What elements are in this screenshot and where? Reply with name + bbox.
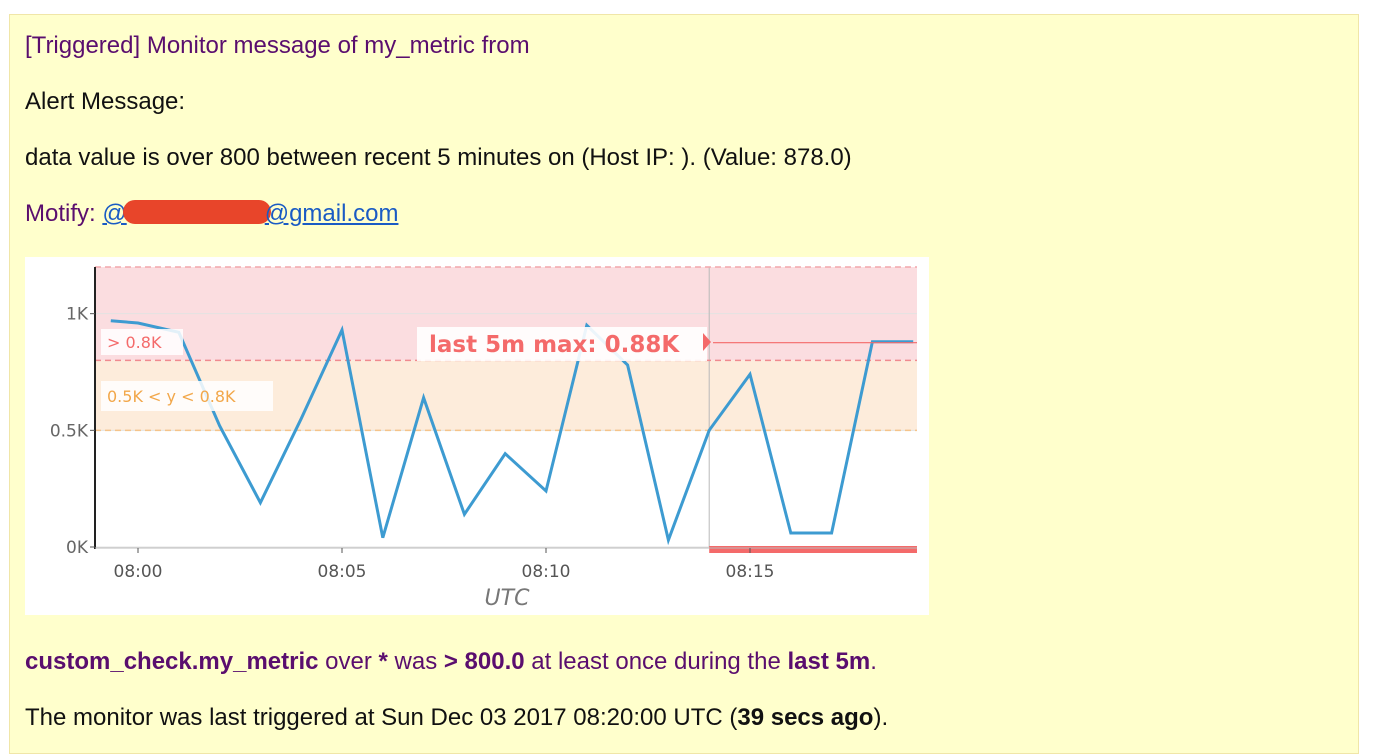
summary-window: last 5m [787, 648, 871, 675]
notify-label: Motify: [25, 200, 103, 227]
redaction-mark [122, 200, 271, 224]
alert-message: data value is over 800 between recent 5 … [25, 144, 852, 171]
notify-email-link[interactable]: @ @gmail.com [102, 200, 398, 227]
x-tick-label: 08:05 [318, 562, 367, 582]
notify-suffix: @gmail.com [264, 200, 399, 227]
alert-threshold-label: > 0.8K [107, 333, 162, 352]
x-axis-label: UTC [485, 586, 531, 611]
alert-heading: Alert Message: [25, 88, 186, 115]
summary-during: at least once during the [524, 648, 788, 675]
email-body: [Triggered] Monitor message of my_metric… [9, 14, 1359, 754]
summary-was: was [387, 648, 444, 675]
summary-over: over [318, 648, 379, 675]
notify-line: Motify: @ @gmail.com [25, 199, 398, 229]
y-tick-label: 1K [66, 305, 89, 325]
triggered-ago: 39 secs ago [737, 704, 874, 731]
triggered-prefix: The monitor was last triggered at Sun De… [25, 704, 738, 731]
summary-end: . [870, 648, 877, 675]
max-annotation: last 5m max: 0.88K [429, 332, 680, 358]
triggered-suffix: ). [873, 704, 889, 731]
x-tick-label: 08:15 [726, 562, 775, 582]
y-tick-label: 0.5K [50, 421, 89, 441]
warn-threshold-label: 0.5K < y < 0.8K [107, 387, 236, 406]
email-subject: [Triggered] Monitor message of my_metric… [25, 32, 530, 59]
triggered-line: The monitor was last triggered at Sun De… [25, 703, 888, 733]
metric-chart: 0K 0.5K 1K 08:00 08:05 08:10 08:15 UTC > 0.8K 0.5… [25, 257, 929, 615]
x-tick-label: 08:10 [522, 562, 571, 582]
summary-scope: * [378, 648, 388, 675]
summary-metric: custom_check.my_metric [25, 648, 319, 675]
alert-window-bar [709, 546, 917, 553]
summary-condition: > 800.0 [443, 648, 525, 675]
metric-chart-svg: 0K 0.5K 1K 08:00 08:05 08:10 08:15 UTC > 0.8K 0.5… [50, 266, 917, 611]
x-tick-label: 08:00 [114, 562, 163, 582]
summary-line: custom_check.my_metric over * was > 800.… [25, 647, 877, 677]
y-tick-label: 0K [66, 538, 89, 558]
